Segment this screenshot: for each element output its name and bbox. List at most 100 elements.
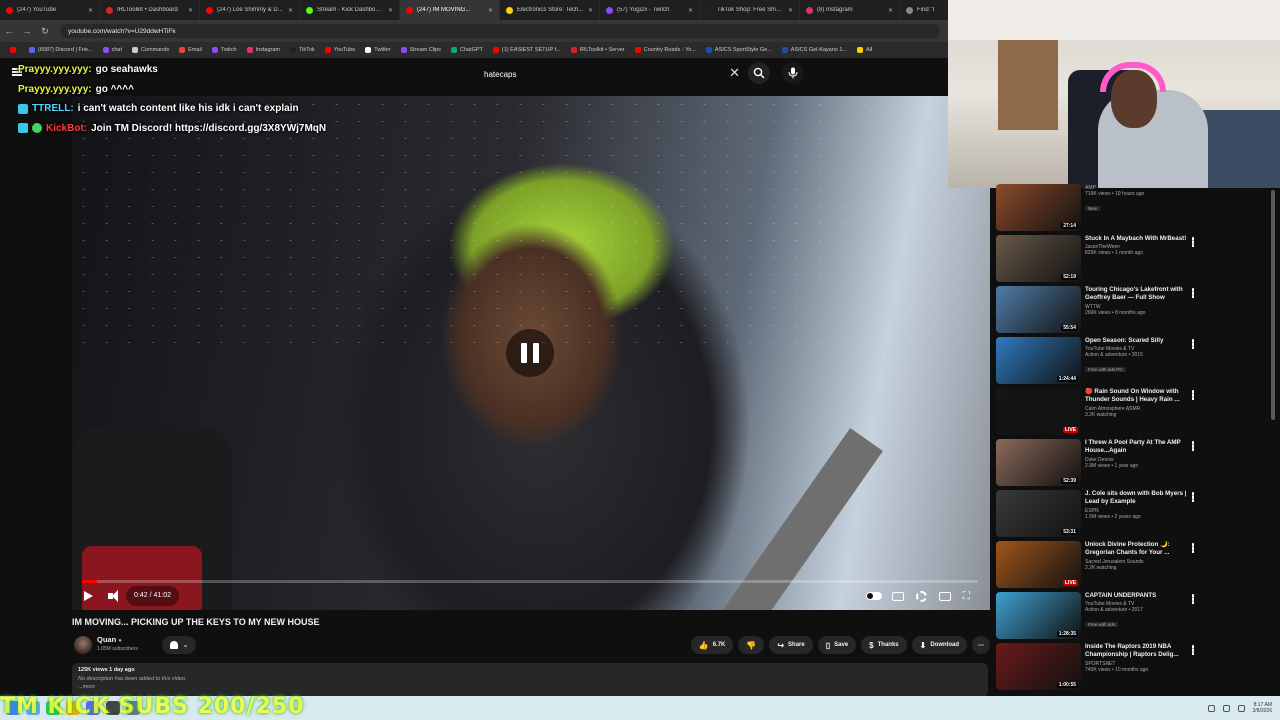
video-title[interactable]: Stuck In A Maybach With MrBeast!	[1085, 235, 1195, 243]
video-title[interactable]: I Threw A Pool Party At The AMP House...…	[1085, 439, 1195, 456]
dislike-button[interactable]: 👎	[738, 636, 765, 654]
back-icon[interactable]: ←	[0, 26, 18, 36]
volume-button[interactable]	[108, 588, 118, 604]
tab-close-icon[interactable]: ✕	[388, 7, 393, 14]
tab-close-icon[interactable]: ✕	[88, 7, 93, 14]
video-thumbnail[interactable]: 27:14	[996, 184, 1081, 231]
video-title[interactable]: J. Cole sits down with Bob Myers | Lead …	[1085, 490, 1195, 507]
browser-tab[interactable]: (247) IM MOVING... ✕	[400, 0, 500, 20]
notifications-button[interactable]: ⌄	[162, 636, 196, 654]
video-thumbnail[interactable]: 52:39	[996, 439, 1081, 486]
bookmark-item[interactable]: Country Roads - Yo...	[631, 47, 700, 53]
page-scrollbar[interactable]	[1271, 190, 1275, 420]
like-button[interactable]: 👍 6.7K	[690, 636, 734, 654]
tab-close-icon[interactable]: ✕	[688, 7, 693, 14]
tab-close-icon[interactable]: ✕	[588, 7, 593, 14]
channel-name[interactable]: Quan ●	[97, 635, 122, 644]
recommended-video[interactable]: 52:19 Stuck In A Maybach With MrBeast! Jas…	[996, 235, 1280, 286]
search-button[interactable]	[748, 62, 770, 84]
more-options-icon[interactable]	[1192, 339, 1194, 349]
bookmark-item[interactable]: TikTok	[286, 47, 319, 53]
save-button[interactable]: ▯ Save	[817, 636, 857, 654]
video-title[interactable]: Touring Chicago's Lakefront with Geoffre…	[1085, 286, 1195, 303]
bookmark-item[interactable]: Twitch	[208, 47, 241, 53]
bookmark-item[interactable]: (1) EASIEST SETUP f...	[489, 47, 565, 53]
video-thumbnail[interactable]: 1:28:35	[996, 592, 1081, 639]
video-title[interactable]: Open Season: Scared Silly	[1085, 337, 1195, 345]
bookmark-item[interactable]: YouTube	[321, 47, 360, 53]
browser-tab[interactable]: TikTok Shop: Free Shipp... ✕	[700, 0, 800, 20]
more-options-icon[interactable]	[1192, 594, 1194, 604]
more-options-icon[interactable]	[1192, 492, 1194, 502]
video-title[interactable]: 🔴 Rain Sound On Window with Thunder Soun…	[1085, 388, 1195, 405]
browser-tab[interactable]: (57) Yugi2x - Twitch ✕	[600, 0, 700, 20]
search-input[interactable]: hatecaps ✕	[476, 62, 746, 86]
browser-tab[interactable]: (8) Instagram ✕	[800, 0, 900, 20]
bookmark-item[interactable]: Commands	[128, 47, 173, 53]
bookmark-item[interactable]	[6, 47, 23, 53]
more-options-icon[interactable]	[1192, 543, 1194, 553]
recommended-video[interactable]: LIVE 🔴 Rain Sound On Window with Thunder …	[996, 388, 1280, 439]
play-button[interactable]	[84, 588, 93, 604]
url-field[interactable]: youtube.com/watch?v=U29ddwHTiFk	[60, 24, 940, 38]
reload-icon[interactable]: ↻	[36, 26, 54, 37]
clear-search-icon[interactable]: ✕	[729, 65, 740, 81]
forward-icon[interactable]: →	[18, 26, 36, 36]
video-thumbnail[interactable]: LIVE	[996, 541, 1081, 588]
bookmark-item[interactable]: ASICS SportStyle Ge...	[702, 47, 776, 53]
pause-overlay-button[interactable]	[506, 329, 554, 377]
channel-avatar[interactable]	[74, 636, 92, 654]
recommended-video[interactable]: LIVE Unlock Divine Protection 🌙: Gregoria…	[996, 541, 1280, 592]
more-options-icon[interactable]	[1192, 390, 1194, 400]
browser-tab[interactable]: (247) YouTube ✕	[0, 0, 100, 20]
bookmark-item[interactable]: Instagram	[243, 47, 284, 53]
autoplay-toggle[interactable]	[866, 588, 882, 604]
browser-tab[interactable]: (247) Loe Shimmy & D... ✕	[200, 0, 300, 20]
browser-tab[interactable]: IRLToolkit • Dashboard ✕	[100, 0, 200, 20]
recommended-video[interactable]: 53:31 J. Cole sits down with Bob Myers | …	[996, 490, 1280, 541]
bookmark-item[interactable]: chat	[99, 47, 126, 53]
show-more-link[interactable]: ...more	[78, 684, 982, 690]
recommended-video[interactable]: 27:14 AMP 719K views • 19 hours ago New	[996, 184, 1280, 235]
subtitles-button[interactable]	[892, 588, 904, 604]
more-options-icon[interactable]	[1192, 441, 1194, 451]
battery-icon[interactable]	[1237, 704, 1245, 712]
bookmark-item[interactable]: Twitter	[361, 47, 394, 53]
video-title[interactable]: CAPTAIN UNDERPANTS	[1085, 592, 1195, 600]
video-thumbnail[interactable]: 52:19	[996, 235, 1081, 282]
bookmark-item[interactable]: Email	[175, 47, 206, 53]
clock[interactable]: 8:17 AM 2/8/2026	[1253, 702, 1272, 715]
thanks-button[interactable]: $ Thanks	[861, 636, 907, 654]
more-options-icon[interactable]	[1192, 645, 1194, 655]
more-actions-button[interactable]: ⋯	[972, 636, 990, 654]
bookmark-item[interactable]: Stream Clips	[397, 47, 445, 53]
video-thumbnail[interactable]: 53:31	[996, 490, 1081, 537]
recommended-video[interactable]: 52:39 I Threw A Pool Party At The AMP Hou…	[996, 439, 1280, 490]
bookmark-item[interactable]: (6587) Discord | Frie...	[25, 47, 97, 53]
download-button[interactable]: ⬇ Download	[911, 636, 967, 654]
recommended-video[interactable]: 55:54 Touring Chicago's Lakefront with Ge…	[996, 286, 1280, 337]
video-thumbnail[interactable]: 1:24:44	[996, 337, 1081, 384]
bookmark-item[interactable]: All	[853, 47, 876, 53]
tab-close-icon[interactable]: ✕	[288, 7, 293, 14]
bookmark-item[interactable]: ASICS Gel-Kayano 1...	[778, 47, 851, 53]
fullscreen-button[interactable]: ⛶	[963, 588, 970, 604]
settings-button[interactable]	[916, 588, 927, 604]
more-options-icon[interactable]	[1192, 237, 1194, 247]
network-icon[interactable]	[1207, 704, 1215, 712]
recommended-video[interactable]: 1:24:44 Open Season: Scared Silly YouTube …	[996, 337, 1280, 388]
video-progress-bar[interactable]	[82, 580, 978, 583]
description-box[interactable]: 125K views 1 day ago No description has …	[72, 663, 988, 697]
share-button[interactable]: ↪ Share	[769, 636, 813, 654]
video-title[interactable]: Unlock Divine Protection 🌙: Gregorian Ch…	[1085, 541, 1195, 558]
recommended-video[interactable]: 1:00:55 Inside The Raptors 2019 NBA Champ…	[996, 643, 1280, 692]
video-thumbnail[interactable]: 1:00:55	[996, 643, 1081, 690]
video-thumbnail[interactable]: LIVE	[996, 388, 1081, 435]
browser-tab[interactable]: Electronics Store: Tech... ✕	[500, 0, 600, 20]
video-thumbnail[interactable]: 55:54	[996, 286, 1081, 333]
tab-close-icon[interactable]: ✕	[788, 7, 793, 14]
more-options-icon[interactable]	[1192, 288, 1194, 298]
bookmark-item[interactable]: ChatGPT	[447, 47, 487, 53]
tab-close-icon[interactable]: ✕	[488, 7, 493, 14]
video-title[interactable]: Inside The Raptors 2019 NBA Championship…	[1085, 643, 1195, 660]
